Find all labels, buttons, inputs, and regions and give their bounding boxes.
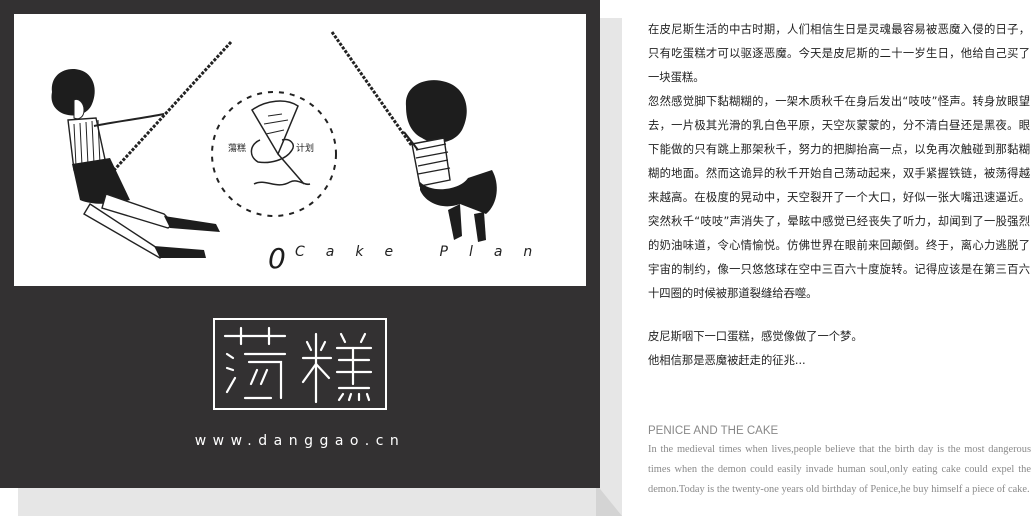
logo-text: 荡糕 [215,320,217,321]
story-column: 在皮尼斯生活的中古时期，人们相信生日是灵魂最容易被恶魔入侵的日子，只有吃蛋糕才可… [648,18,1030,373]
right-girl-figure [403,80,497,242]
english-title: PENICE AND THE CAKE [648,425,779,437]
english-body: In the medieval times when lives,people … [648,444,1031,495]
story-closing-1: 皮尼斯咽下一口蛋糕，感觉像做了一个梦。 [648,330,863,343]
swing-illustration: 蕩糕 计划 0 Cake Plan [14,14,586,286]
danggao-logo: 荡糕 [215,320,373,404]
poster-card: 蕩糕 计划 0 Cake Plan 荡糕 www.danggao.cn [0,0,600,488]
website-url: www.danggao.cn [194,433,406,449]
badge-right-label: 计划 [296,142,314,154]
logo-frame: 荡糕 [213,318,387,410]
story-paragraph-2: 忽然感觉脚下黏糊糊的，一架木质秋千在身后发出“吱吱”怪声。转身放眼望去，一片极其… [648,95,1030,300]
left-girl-figure [51,68,220,259]
tagline-cake-plan: Cake Plan [295,244,553,260]
swing-scene: 蕩糕 计划 0 Cake Plan [51,31,553,275]
badge-left-label: 蕩糕 [228,142,246,154]
tagline-zero: 0 [268,242,286,275]
right-swing-rope [330,31,414,147]
story-closing-2: 他相信那是恶魔被赶走的征兆... [648,354,806,367]
cake-plan-badge: 蕩糕 计划 [211,91,337,217]
story-paragraph-1: 在皮尼斯生活的中古时期，人们相信生日是灵魂最容易被恶魔入侵的日子，只有吃蛋糕才可… [648,23,1030,84]
